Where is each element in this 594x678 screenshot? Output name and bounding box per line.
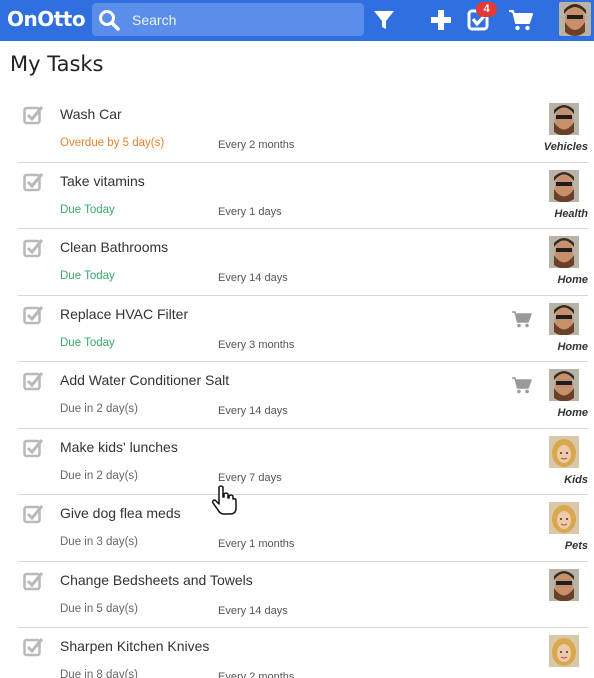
complete-task-checkbox-icon[interactable]: [23, 171, 45, 193]
task-frequency: Every 1 days: [218, 205, 282, 218]
complete-task-checkbox-icon[interactable]: [23, 636, 45, 658]
task-category: Home: [557, 407, 588, 419]
task-due-status: Due Today: [60, 336, 115, 349]
assignee-avatar: [549, 369, 579, 401]
task-category: Vehicles: [543, 141, 588, 153]
task-frequency: Every 14 days: [218, 604, 288, 617]
assignee-avatar: [549, 236, 579, 268]
task-frequency: Every 2 months: [218, 139, 295, 151]
assignee-avatar: [549, 169, 579, 202]
search-icon: [99, 10, 120, 31]
task-row[interactable]: Wash Car Overdue by 5 day(s) Every 2 month…: [18, 96, 588, 163]
task-name[interactable]: Replace HVAC Filter: [60, 306, 188, 322]
task-frequency: Every 3 months: [218, 338, 295, 351]
task-name[interactable]: Clean Bathrooms: [60, 239, 168, 255]
task-frequency: Every 7 days: [218, 471, 282, 484]
task-frequency: Every 1 months: [218, 538, 295, 550]
task-row[interactable]: Replace HVAC Filter Due Today Every 3 mont…: [18, 296, 588, 362]
assignee-avatar: [549, 635, 579, 667]
task-row[interactable]: Take vitamins Due Today Every 1 days Health: [18, 163, 588, 229]
user-avatar[interactable]: [559, 2, 591, 36]
complete-task-checkbox-icon[interactable]: [23, 104, 45, 126]
complete-task-checkbox-icon[interactable]: [23, 503, 45, 525]
task-name[interactable]: Take vitamins: [60, 173, 145, 189]
task-row[interactable]: Give dog flea meds Due in 3 day(s) Every 1…: [18, 495, 588, 562]
task-due-status: Due in 8 day(s): [60, 669, 138, 678]
task-name[interactable]: Change Bedsheets and Towels: [60, 572, 253, 588]
task-name[interactable]: Make kids' lunches: [60, 439, 178, 455]
assignee-avatar: [549, 302, 579, 335]
task-due-status: Due in 2 day(s): [60, 469, 138, 482]
task-name[interactable]: Give dog flea meds: [60, 505, 181, 521]
notification-badge: 4: [476, 2, 497, 17]
task-row[interactable]: Add Water Conditioner Salt Due in 2 day(s…: [18, 362, 588, 429]
shopping-cart-icon[interactable]: [512, 310, 532, 328]
shopping-cart-icon[interactable]: [512, 376, 532, 394]
task-category: Kids: [564, 473, 588, 486]
task-frequency: Every 14 days: [218, 272, 288, 284]
task-row[interactable]: Clean Bathrooms Due Today Every 14 days Hom…: [18, 229, 588, 296]
assignee-avatar: [549, 103, 579, 135]
task-list: Wash Car Overdue by 5 day(s) Every 2 month…: [18, 96, 588, 678]
task-due-status: Due Today: [60, 203, 115, 216]
task-due-status: Due in 5 day(s): [60, 602, 138, 615]
search-box[interactable]: [92, 3, 364, 36]
task-due-status: Due in 2 day(s): [60, 403, 138, 415]
filter-icon[interactable]: [371, 7, 397, 33]
task-category: Pets: [564, 540, 588, 552]
task-name[interactable]: Sharpen Kitchen Knives: [60, 638, 209, 654]
task-category: Health: [554, 207, 588, 220]
task-due-status: Due in 3 day(s): [60, 536, 138, 548]
task-name[interactable]: Wash Car: [60, 106, 122, 122]
task-name[interactable]: Add Water Conditioner Salt: [60, 372, 229, 388]
complete-task-checkbox-icon[interactable]: [23, 437, 45, 459]
assignee-avatar: [549, 568, 579, 601]
search-input[interactable]: [132, 3, 357, 36]
task-row[interactable]: Sharpen Kitchen Knives Due in 8 day(s) Eve…: [18, 628, 588, 678]
complete-task-checkbox-icon[interactable]: [23, 304, 45, 326]
complete-task-checkbox-icon[interactable]: [23, 237, 45, 259]
complete-task-checkbox-icon[interactable]: [23, 570, 45, 592]
complete-task-checkbox-icon[interactable]: [23, 370, 45, 392]
task-row[interactable]: Change Bedsheets and Towels Due in 5 day(…: [18, 562, 588, 628]
task-category: Home: [557, 274, 588, 286]
add-icon[interactable]: [428, 7, 454, 33]
assignee-avatar: [549, 435, 579, 468]
top-nav-bar: OnOtto 4: [0, 0, 594, 41]
page-title: My Tasks: [10, 52, 104, 76]
task-category: Home: [557, 340, 588, 353]
task-due-status: Overdue by 5 day(s): [60, 137, 165, 149]
task-frequency: Every 14 days: [218, 405, 288, 417]
task-row[interactable]: Make kids' lunches Due in 2 day(s) Every 7…: [18, 429, 588, 495]
assignee-avatar: [549, 502, 579, 534]
cart-icon[interactable]: [508, 7, 534, 33]
task-due-status: Due Today: [60, 270, 115, 282]
app-logo[interactable]: OnOtto: [7, 7, 86, 31]
task-frequency: Every 2 months: [218, 671, 295, 678]
